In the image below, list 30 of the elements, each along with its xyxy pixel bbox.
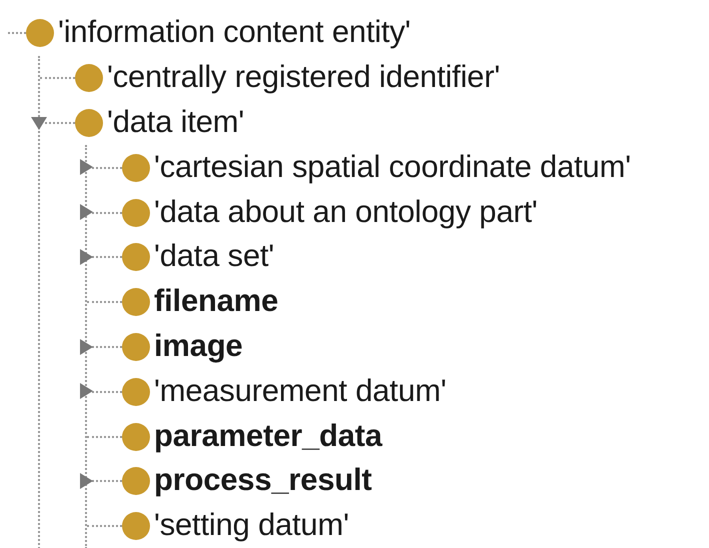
- class-bullet-icon: [122, 288, 150, 316]
- class-bullet-icon: [122, 243, 150, 272]
- class-bullet-icon: [122, 378, 150, 406]
- collapsed-triangle-icon[interactable]: [77, 248, 95, 266]
- class-label[interactable]: 'setting datum': [154, 508, 349, 544]
- class-label[interactable]: parameter_data: [154, 418, 382, 455]
- class-label[interactable]: 'cartesian spatial coordinate datum': [154, 150, 631, 186]
- collapsed-triangle-icon[interactable]: [77, 338, 95, 356]
- class-bullet-icon: [75, 108, 103, 137]
- class-bullet-icon: [26, 19, 54, 48]
- class-label[interactable]: 'centrally registered identifier': [107, 60, 500, 96]
- class-label[interactable]: 'data item': [107, 104, 244, 142]
- class-label[interactable]: image: [154, 328, 243, 366]
- collapsed-triangle-icon[interactable]: [77, 158, 95, 176]
- class-bullet-icon: [75, 64, 103, 92]
- class-label[interactable]: 'data set': [154, 239, 274, 276]
- class-bullet-icon: [122, 198, 150, 227]
- class-bullet-icon: [122, 512, 150, 540]
- class-label[interactable]: 'measurement datum': [154, 374, 446, 410]
- class-label[interactable]: 'data about an ontology part': [154, 194, 538, 231]
- collapsed-triangle-icon[interactable]: [77, 203, 95, 222]
- class-label[interactable]: 'information content entity': [58, 15, 411, 52]
- class-bullet-icon: [122, 154, 150, 182]
- class-bullet-icon: [122, 332, 150, 361]
- class-label[interactable]: filename: [154, 284, 278, 320]
- collapsed-triangle-icon[interactable]: [77, 382, 95, 400]
- collapsed-triangle-icon[interactable]: [77, 472, 95, 490]
- class-bullet-icon: [122, 467, 150, 496]
- class-bullet-icon: [122, 422, 150, 451]
- class-label[interactable]: process_result: [154, 463, 372, 500]
